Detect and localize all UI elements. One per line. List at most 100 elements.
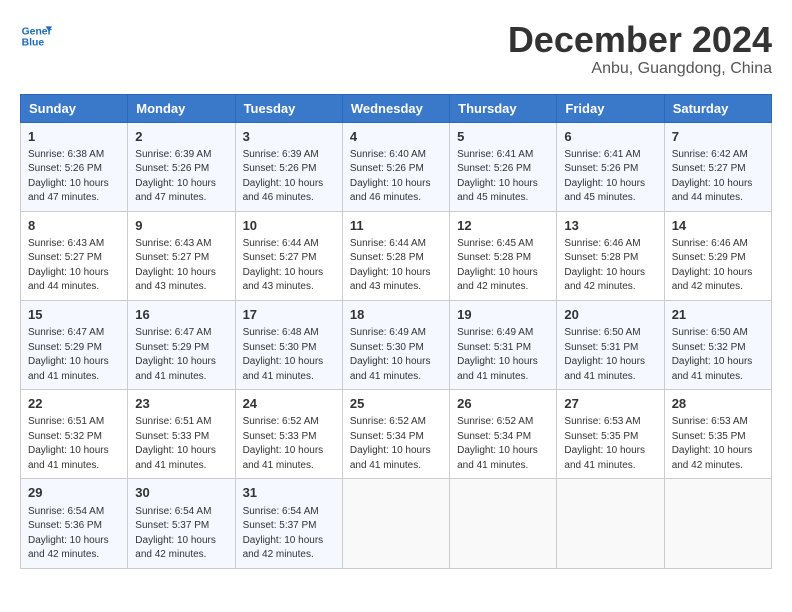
- day-number: 15: [28, 306, 120, 324]
- day-cell: 29 Sunrise: 6:54 AMSunset: 5:36 PMDayligh…: [21, 479, 128, 568]
- day-number: 23: [135, 395, 227, 413]
- day-number: 9: [135, 217, 227, 235]
- day-cell: 6 Sunrise: 6:41 AMSunset: 5:26 PMDaylight…: [557, 122, 664, 211]
- day-cell: 23 Sunrise: 6:51 AMSunset: 5:33 PMDayligh…: [128, 390, 235, 479]
- day-cell: 21 Sunrise: 6:50 AMSunset: 5:32 PMDayligh…: [664, 300, 771, 389]
- day-number: 27: [564, 395, 656, 413]
- day-number: 2: [135, 128, 227, 146]
- day-number: 1: [28, 128, 120, 146]
- day-number: 29: [28, 484, 120, 502]
- day-number: 12: [457, 217, 549, 235]
- day-cell: 30 Sunrise: 6:54 AMSunset: 5:37 PMDayligh…: [128, 479, 235, 568]
- day-cell: 28Sunrise: 6:53 AMSunset: 5:35 PMDayligh…: [664, 390, 771, 479]
- day-detail: Sunrise: 6:40 AMSunset: 5:26 PMDaylight:…: [350, 148, 442, 206]
- weekday-header-wednesday: Wednesday: [342, 94, 449, 122]
- day-detail: Sunrise: 6:51 AMSunset: 5:32 PMDaylight:…: [28, 415, 120, 473]
- day-detail: Sunrise: 6:39 AMSunset: 5:26 PMDaylight:…: [243, 148, 335, 206]
- weekday-header-sunday: Sunday: [21, 94, 128, 122]
- week-row-4: 22 Sunrise: 6:51 AMSunset: 5:32 PMDayligh…: [21, 390, 772, 479]
- day-detail: Sunrise: 6:46 AMSunset: 5:29 PMDaylight:…: [672, 237, 764, 295]
- day-detail: Sunrise: 6:46 AMSunset: 5:28 PMDaylight:…: [564, 237, 656, 295]
- day-detail: Sunrise: 6:49 AMSunset: 5:31 PMDaylight:…: [457, 326, 549, 384]
- day-detail: Sunrise: 6:54 AMSunset: 5:37 PMDaylight:…: [243, 505, 335, 563]
- week-row-3: 15 Sunrise: 6:47 AMSunset: 5:29 PMDayligh…: [21, 300, 772, 389]
- svg-text:Blue: Blue: [22, 38, 45, 49]
- day-detail: Sunrise: 6:44 AMSunset: 5:27 PMDaylight:…: [243, 237, 335, 295]
- day-number: 24: [243, 395, 335, 413]
- day-cell: 1 Sunrise: 6:38 AMSunset: 5:26 PMDaylight…: [21, 122, 128, 211]
- day-number: 17: [243, 306, 335, 324]
- day-number: 21: [672, 306, 764, 324]
- week-row-5: 29 Sunrise: 6:54 AMSunset: 5:36 PMDayligh…: [21, 479, 772, 568]
- day-detail: Sunrise: 6:39 AMSunset: 5:26 PMDaylight:…: [135, 148, 227, 206]
- logo: General Blue: [20, 20, 52, 52]
- day-detail: Sunrise: 6:48 AMSunset: 5:30 PMDaylight:…: [243, 326, 335, 384]
- day-number: 20: [564, 306, 656, 324]
- day-cell: 20 Sunrise: 6:50 AMSunset: 5:31 PMDayligh…: [557, 300, 664, 389]
- day-detail: Sunrise: 6:54 AMSunset: 5:37 PMDaylight:…: [135, 505, 227, 563]
- day-cell: 11 Sunrise: 6:44 AMSunset: 5:28 PMDayligh…: [342, 211, 449, 300]
- day-number: 6: [564, 128, 656, 146]
- day-detail: Sunrise: 6:49 AMSunset: 5:30 PMDaylight:…: [350, 326, 442, 384]
- day-number: 19: [457, 306, 549, 324]
- day-detail: Sunrise: 6:45 AMSunset: 5:28 PMDaylight:…: [457, 237, 549, 295]
- day-number: 26: [457, 395, 549, 413]
- day-cell: 27 Sunrise: 6:53 AMSunset: 5:35 PMDayligh…: [557, 390, 664, 479]
- day-number: 30: [135, 484, 227, 502]
- weekday-header-thursday: Thursday: [450, 94, 557, 122]
- day-detail: Sunrise: 6:41 AMSunset: 5:26 PMDaylight:…: [564, 148, 656, 206]
- week-row-2: 8 Sunrise: 6:43 AMSunset: 5:27 PMDaylight…: [21, 211, 772, 300]
- day-number: 4: [350, 128, 442, 146]
- day-number: 31: [243, 484, 335, 502]
- day-cell: 10Sunrise: 6:44 AMSunset: 5:27 PMDayligh…: [235, 211, 342, 300]
- day-detail: Sunrise: 6:50 AMSunset: 5:32 PMDaylight:…: [672, 326, 764, 384]
- day-detail: Sunrise: 6:43 AMSunset: 5:27 PMDaylight:…: [28, 237, 120, 295]
- day-detail: Sunrise: 6:44 AMSunset: 5:28 PMDaylight:…: [350, 237, 442, 295]
- day-detail: Sunrise: 6:54 AMSunset: 5:36 PMDaylight:…: [28, 505, 120, 563]
- day-number: 22: [28, 395, 120, 413]
- day-detail: Sunrise: 6:51 AMSunset: 5:33 PMDaylight:…: [135, 415, 227, 473]
- day-cell: 22 Sunrise: 6:51 AMSunset: 5:32 PMDayligh…: [21, 390, 128, 479]
- subtitle: Anbu, Guangdong, China: [508, 60, 772, 78]
- day-number: 18: [350, 306, 442, 324]
- day-detail: Sunrise: 6:50 AMSunset: 5:31 PMDaylight:…: [564, 326, 656, 384]
- weekday-header-saturday: Saturday: [664, 94, 771, 122]
- day-cell: 25Sunrise: 6:52 AMSunset: 5:34 PMDayligh…: [342, 390, 449, 479]
- day-cell: [450, 479, 557, 568]
- day-cell: 9 Sunrise: 6:43 AMSunset: 5:27 PMDaylight…: [128, 211, 235, 300]
- day-cell: 16 Sunrise: 6:47 AMSunset: 5:29 PMDayligh…: [128, 300, 235, 389]
- day-cell: 12 Sunrise: 6:45 AMSunset: 5:28 PMDayligh…: [450, 211, 557, 300]
- day-number: 16: [135, 306, 227, 324]
- day-cell: 14 Sunrise: 6:46 AMSunset: 5:29 PMDayligh…: [664, 211, 771, 300]
- day-detail: Sunrise: 6:41 AMSunset: 5:26 PMDaylight:…: [457, 148, 549, 206]
- day-cell: 19 Sunrise: 6:49 AMSunset: 5:31 PMDayligh…: [450, 300, 557, 389]
- day-detail: Sunrise: 6:53 AMSunset: 5:35 PMDaylight:…: [564, 415, 656, 473]
- title-section: December 2024 Anbu, Guangdong, China: [508, 20, 772, 78]
- day-number: 14: [672, 217, 764, 235]
- day-cell: 8 Sunrise: 6:43 AMSunset: 5:27 PMDaylight…: [21, 211, 128, 300]
- day-number: 3: [243, 128, 335, 146]
- calendar-table: SundayMondayTuesdayWednesdayThursdayFrid…: [20, 94, 772, 569]
- day-cell: 15Sunrise: 6:47 AMSunset: 5:29 PMDayligh…: [21, 300, 128, 389]
- day-number: 28: [672, 395, 764, 413]
- day-number: 7: [672, 128, 764, 146]
- day-cell: 31 Sunrise: 6:54 AMSunset: 5:37 PMDayligh…: [235, 479, 342, 568]
- weekday-header-friday: Friday: [557, 94, 664, 122]
- day-cell: [557, 479, 664, 568]
- day-cell: 24Sunrise: 6:52 AMSunset: 5:33 PMDayligh…: [235, 390, 342, 479]
- day-detail: Sunrise: 6:38 AMSunset: 5:26 PMDaylight:…: [28, 148, 120, 206]
- day-detail: Sunrise: 6:47 AMSunset: 5:29 PMDaylight:…: [135, 326, 227, 384]
- day-cell: 26Sunrise: 6:52 AMSunset: 5:34 PMDayligh…: [450, 390, 557, 479]
- day-cell: 3 Sunrise: 6:39 AMSunset: 5:26 PMDaylight…: [235, 122, 342, 211]
- day-cell: 2 Sunrise: 6:39 AMSunset: 5:26 PMDaylight…: [128, 122, 235, 211]
- day-detail: Sunrise: 6:43 AMSunset: 5:27 PMDaylight:…: [135, 237, 227, 295]
- weekday-header-monday: Monday: [128, 94, 235, 122]
- week-row-1: 1 Sunrise: 6:38 AMSunset: 5:26 PMDaylight…: [21, 122, 772, 211]
- day-cell: [664, 479, 771, 568]
- day-cell: 17 Sunrise: 6:48 AMSunset: 5:30 PMDayligh…: [235, 300, 342, 389]
- day-cell: 5Sunrise: 6:41 AMSunset: 5:26 PMDaylight…: [450, 122, 557, 211]
- day-number: 8: [28, 217, 120, 235]
- day-number: 11: [350, 217, 442, 235]
- day-number: 25: [350, 395, 442, 413]
- day-number: 13: [564, 217, 656, 235]
